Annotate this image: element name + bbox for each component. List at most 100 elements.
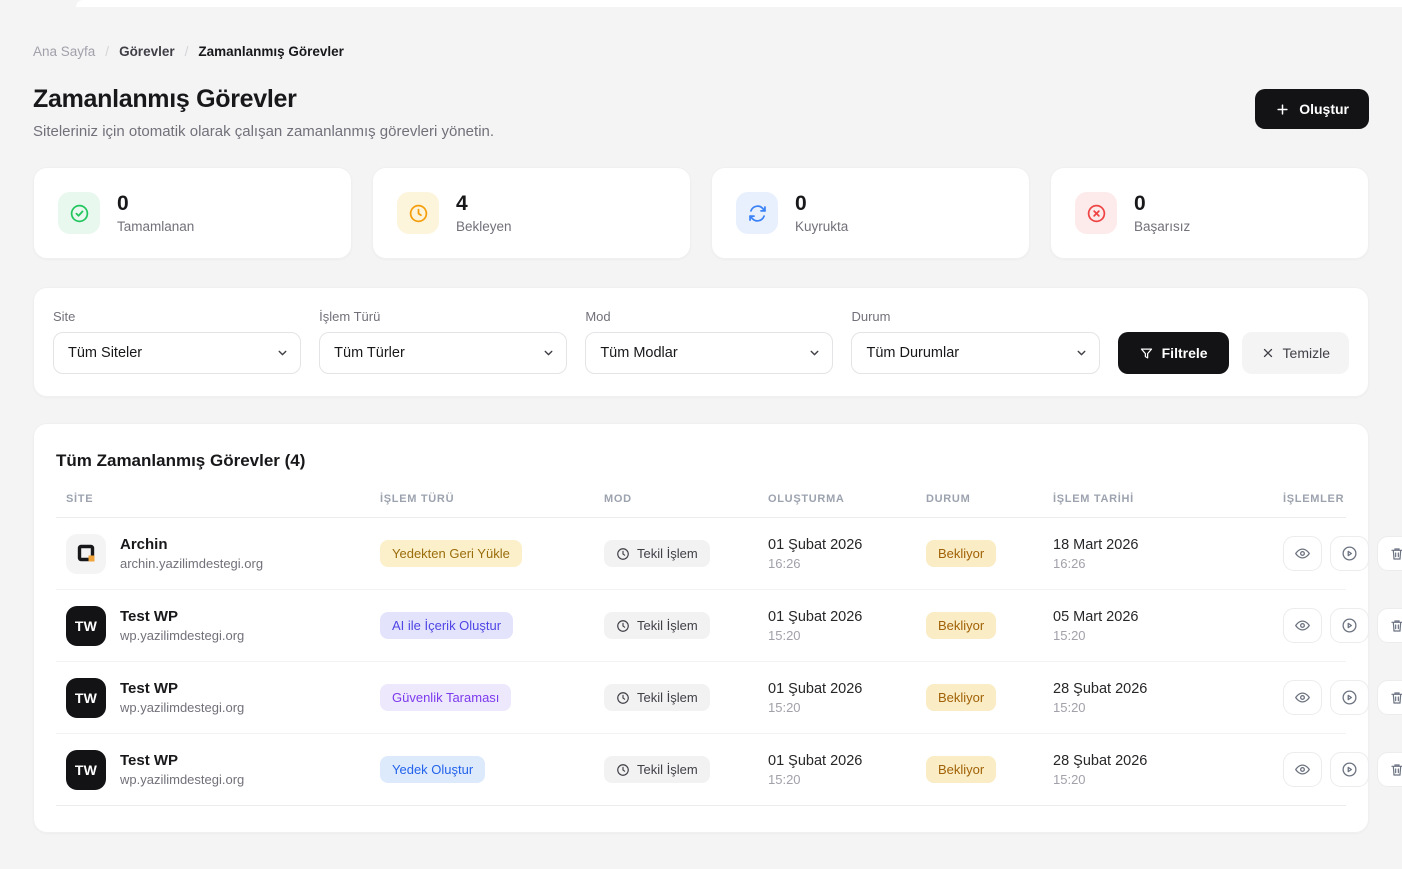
status-cell: Bekliyor <box>926 612 1053 639</box>
delete-button[interactable] <box>1377 608 1402 643</box>
filter-label: Durum <box>851 309 1099 324</box>
filter-button-label: Filtrele <box>1162 345 1208 361</box>
stats-row: 0 Tamamlanan 4 Bekleyen 0 Kuyrukta <box>33 167 1369 259</box>
delete-button[interactable] <box>1377 680 1402 715</box>
run-button[interactable] <box>1330 752 1369 787</box>
created-time: 15:20 <box>768 772 926 787</box>
task-date-cell: 18 Mart 2026 16:26 <box>1053 537 1283 571</box>
filter-button[interactable]: Filtrele <box>1118 332 1229 374</box>
column-header-created: OLUŞTURMA <box>768 493 926 505</box>
status-badge: Bekliyor <box>926 756 996 783</box>
funnel-icon <box>1139 346 1154 361</box>
mode-cell: Tekil İşlem <box>604 612 768 639</box>
breadcrumb-separator: / <box>185 44 189 59</box>
site-cell: TW Test WP wp.yazilimdestegi.org <box>56 750 380 790</box>
created-date: 01 Şubat 2026 <box>768 609 926 625</box>
mode-cell: Tekil İşlem <box>604 756 768 783</box>
status-badge: Bekliyor <box>926 612 996 639</box>
created-cell: 01 Şubat 2026 15:20 <box>768 753 926 787</box>
eye-icon <box>1294 689 1311 706</box>
trash-icon <box>1389 690 1402 706</box>
task-time: 16:26 <box>1053 556 1283 571</box>
breadcrumb-tasks[interactable]: Görevler <box>119 44 175 59</box>
task-type-badge: AI ile İçerik Oluştur <box>380 612 513 639</box>
table-row: TW Test WP wp.yazilimdestegi.org AI ile … <box>56 590 1346 662</box>
stat-label: Tamamlanan <box>117 219 194 234</box>
task-type-select[interactable]: Tüm Türler <box>319 332 567 374</box>
clear-filters-button[interactable]: Temizle <box>1242 332 1349 374</box>
stat-label: Bekleyen <box>456 219 512 234</box>
column-header-mode: MOD <box>604 493 768 505</box>
view-button[interactable] <box>1283 752 1322 787</box>
site-name: Test WP <box>120 680 244 697</box>
task-time: 15:20 <box>1053 772 1283 787</box>
page-header-text: Zamanlanmış Görevler Siteleriniz için ot… <box>33 85 494 140</box>
delete-button[interactable] <box>1377 536 1402 571</box>
task-date-cell: 28 Şubat 2026 15:20 <box>1053 681 1283 715</box>
run-button[interactable] <box>1330 608 1369 643</box>
mode-select[interactable]: Tüm Modlar <box>585 332 833 374</box>
delete-button[interactable] <box>1377 752 1402 787</box>
mode-cell: Tekil İşlem <box>604 684 768 711</box>
mode-label: Tekil İşlem <box>637 690 698 705</box>
create-button[interactable]: Oluştur <box>1255 89 1369 129</box>
task-type-badge: Güvenlik Taraması <box>380 684 511 711</box>
scheduled-tasks-page: Ana Sayfa / Görevler / Zamanlanmış Görev… <box>0 0 1402 833</box>
view-button[interactable] <box>1283 680 1322 715</box>
site-text: Test WP wp.yazilimdestegi.org <box>120 752 244 787</box>
clock-icon <box>616 691 630 705</box>
created-time: 16:26 <box>768 556 926 571</box>
stat-label: Başarısız <box>1134 219 1190 234</box>
stat-text: 4 Bekleyen <box>456 192 512 234</box>
create-button-label: Oluştur <box>1299 101 1349 117</box>
clock-icon <box>616 547 630 561</box>
mode-label: Tekil İşlem <box>637 546 698 561</box>
run-button[interactable] <box>1330 536 1369 571</box>
view-button[interactable] <box>1283 608 1322 643</box>
task-type-cell: AI ile İçerik Oluştur <box>380 612 604 639</box>
task-type-cell: Yedek Oluştur <box>380 756 604 783</box>
column-header-actions: İŞLEMLER <box>1283 493 1358 505</box>
status-cell: Bekliyor <box>926 540 1053 567</box>
filter-label: İşlem Türü <box>319 309 567 324</box>
site-text: Test WP wp.yazilimdestegi.org <box>120 680 244 715</box>
view-button[interactable] <box>1283 536 1322 571</box>
task-date-cell: 28 Şubat 2026 15:20 <box>1053 753 1283 787</box>
column-header-task-type: İŞLEM TÜRÜ <box>380 493 604 505</box>
actions-cell <box>1283 680 1402 715</box>
clock-icon <box>616 619 630 633</box>
site-avatar: TW <box>66 750 106 790</box>
filter-label: Mod <box>585 309 833 324</box>
filter-bar: Site Tüm Siteler İşlem Türü Tüm Türler M… <box>33 287 1369 397</box>
site-name: Test WP <box>120 608 244 625</box>
breadcrumb-separator: / <box>105 44 109 59</box>
clock-icon <box>616 763 630 777</box>
stat-value: 4 <box>456 192 512 215</box>
breadcrumb-home[interactable]: Ana Sayfa <box>33 44 95 59</box>
archin-logo-icon <box>66 534 106 574</box>
status-badge: Bekliyor <box>926 684 996 711</box>
page-subtitle: Siteleriniz için otomatik olarak çalışan… <box>33 123 494 140</box>
created-time: 15:20 <box>768 700 926 715</box>
site-select[interactable]: Tüm Siteler <box>53 332 301 374</box>
tasks-table-card: Tüm Zamanlanmış Görevler (4) SİTE İŞLEM … <box>33 423 1369 833</box>
task-time: 15:20 <box>1053 700 1283 715</box>
site-text: Test WP wp.yazilimdestegi.org <box>120 608 244 643</box>
created-date: 01 Şubat 2026 <box>768 681 926 697</box>
created-cell: 01 Şubat 2026 15:20 <box>768 609 926 643</box>
status-badge: Bekliyor <box>926 540 996 567</box>
status-select[interactable]: Tüm Durumlar <box>851 332 1099 374</box>
play-circle-icon <box>1341 761 1358 778</box>
mode-pill: Tekil İşlem <box>604 684 710 711</box>
clock-icon <box>397 192 439 234</box>
created-time: 15:20 <box>768 628 926 643</box>
task-date: 18 Mart 2026 <box>1053 537 1283 553</box>
run-button[interactable] <box>1330 680 1369 715</box>
task-date-cell: 05 Mart 2026 15:20 <box>1053 609 1283 643</box>
site-domain: wp.yazilimdestegi.org <box>120 628 244 643</box>
refresh-icon <box>736 192 778 234</box>
stat-card-pending: 4 Bekleyen <box>372 167 691 259</box>
actions-cell <box>1283 752 1402 787</box>
site-name: Test WP <box>120 752 244 769</box>
content-top-edge <box>76 0 1402 7</box>
